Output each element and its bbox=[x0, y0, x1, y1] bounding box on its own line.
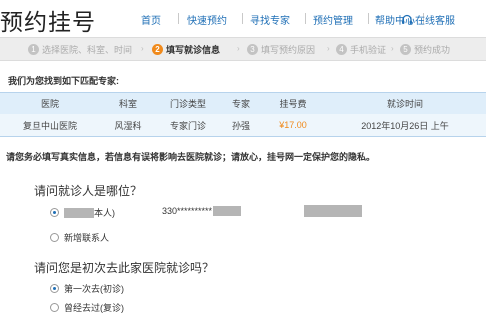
patient-question: 请问就诊人是哪位？ bbox=[34, 184, 143, 198]
step-arrow-icon: › bbox=[237, 44, 240, 53]
col-hospital: 医院 bbox=[0, 92, 100, 114]
step-1: 1 选择医院、科室、时间 bbox=[28, 43, 132, 56]
headset-icon bbox=[402, 14, 412, 24]
nav-divider bbox=[368, 13, 369, 24]
col-visit-time: 就诊时间 bbox=[324, 92, 486, 114]
step-2-current: 2 填写就诊信息 bbox=[152, 43, 220, 56]
cell-department: 风湿科 bbox=[100, 114, 156, 137]
nav-divider bbox=[305, 13, 306, 24]
top-nav: 首页 快速预约 寻找专家 预约管理 帮助中心 在线客服 bbox=[135, 12, 486, 30]
radio-button-selected[interactable] bbox=[50, 208, 59, 217]
first-visit-question: 请问您是初次去此家医院就诊吗？ bbox=[34, 261, 215, 275]
online-service-link[interactable]: 在线客服 bbox=[401, 12, 455, 27]
patient-id-number: 330********** bbox=[162, 206, 242, 216]
step-5: 5 预约成功 bbox=[400, 43, 450, 56]
table-header-row: 医院 科室 门诊类型 专家 挂号费 就诊时间 bbox=[0, 92, 486, 114]
patient-option-self[interactable]: 本人) bbox=[50, 206, 115, 219]
cell-clinic-type: 专家门诊 bbox=[156, 114, 220, 137]
redacted-phone-mask bbox=[304, 205, 362, 217]
nav-home[interactable]: 首页 bbox=[141, 12, 161, 27]
progress-steps: 1 选择医院、科室、时间 › 2 填写就诊信息 › 3 填写预约原因 › 4 手机验证 … bbox=[0, 37, 486, 61]
radio-button[interactable] bbox=[50, 303, 59, 312]
nav-divider bbox=[178, 13, 179, 24]
step-arrow-icon: › bbox=[141, 44, 144, 53]
table-row: 复旦中山医院 风湿科 专家门诊 孙强 ¥17.00 2012年10月26日 上午 bbox=[0, 114, 486, 137]
cell-fee: ¥17.00 bbox=[262, 114, 324, 137]
step-3: 3 填写预约原因 bbox=[247, 43, 315, 56]
col-fee: 挂号费 bbox=[262, 92, 324, 114]
matched-experts-title: 我们为您找到如下匹配专家: bbox=[8, 76, 119, 86]
radio-button-selected[interactable] bbox=[50, 284, 59, 293]
expert-table: 医院 科室 门诊类型 专家 挂号费 就诊时间 复旦中山医院 风湿科 专家门诊 孙… bbox=[0, 92, 486, 137]
nav-divider bbox=[242, 13, 243, 24]
nav-quick-booking[interactable]: 快速预约 bbox=[187, 12, 227, 27]
cell-expert: 孙强 bbox=[220, 114, 262, 137]
nav-find-expert[interactable]: 寻找专家 bbox=[250, 12, 290, 27]
site-logo-title: 预约挂号 bbox=[0, 9, 96, 35]
step-arrow-icon: › bbox=[327, 44, 330, 53]
first-visit-option-returning[interactable]: 曾经去过(复诊) bbox=[50, 301, 124, 314]
step-4: 4 手机验证 bbox=[336, 43, 386, 56]
col-clinic-type: 门诊类型 bbox=[156, 92, 220, 114]
cell-visit-time: 2012年10月26日 上午 bbox=[324, 114, 486, 137]
col-expert: 专家 bbox=[220, 92, 262, 114]
col-department: 科室 bbox=[100, 92, 156, 114]
redacted-id-mask bbox=[213, 206, 242, 216]
radio-button[interactable] bbox=[50, 233, 59, 242]
cell-hospital: 复旦中山医院 bbox=[0, 114, 100, 137]
privacy-notice: 请您务必填写真实信息，若信息有误将影响去医院就诊；请放心，挂号网一定保护您的隐私… bbox=[6, 152, 376, 162]
online-service-label: 在线客服 bbox=[415, 16, 455, 27]
step-arrow-icon: › bbox=[391, 44, 394, 53]
nav-booking-management[interactable]: 预约管理 bbox=[313, 12, 353, 27]
patient-option-new-contact[interactable]: 新增联系人 bbox=[50, 231, 109, 244]
redacted-name-mask bbox=[64, 207, 94, 218]
first-visit-option-first[interactable]: 第一次去(初诊) bbox=[50, 282, 124, 295]
